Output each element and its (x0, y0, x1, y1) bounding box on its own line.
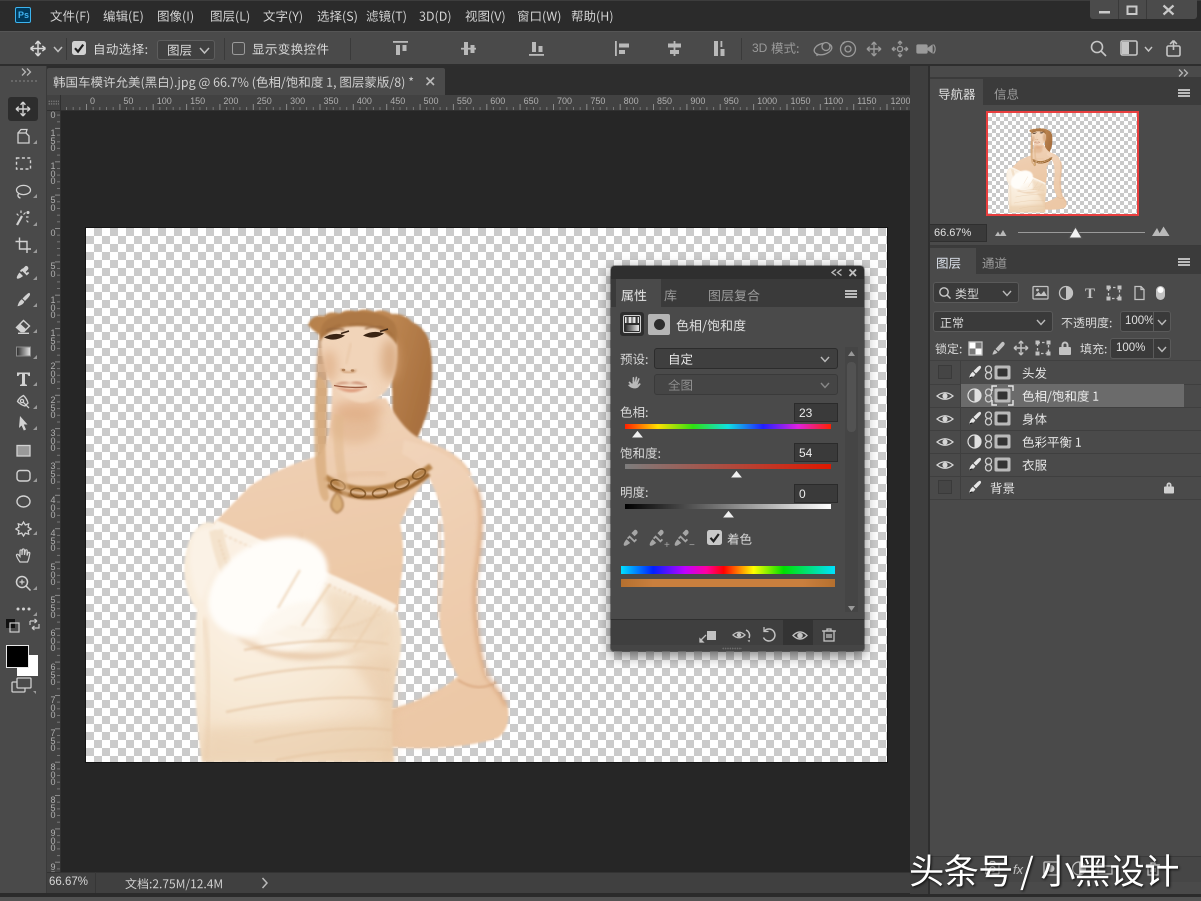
svg-text:T: T (1085, 286, 1095, 301)
svg-text:−: − (689, 540, 695, 549)
svg-text:+: + (664, 540, 670, 549)
